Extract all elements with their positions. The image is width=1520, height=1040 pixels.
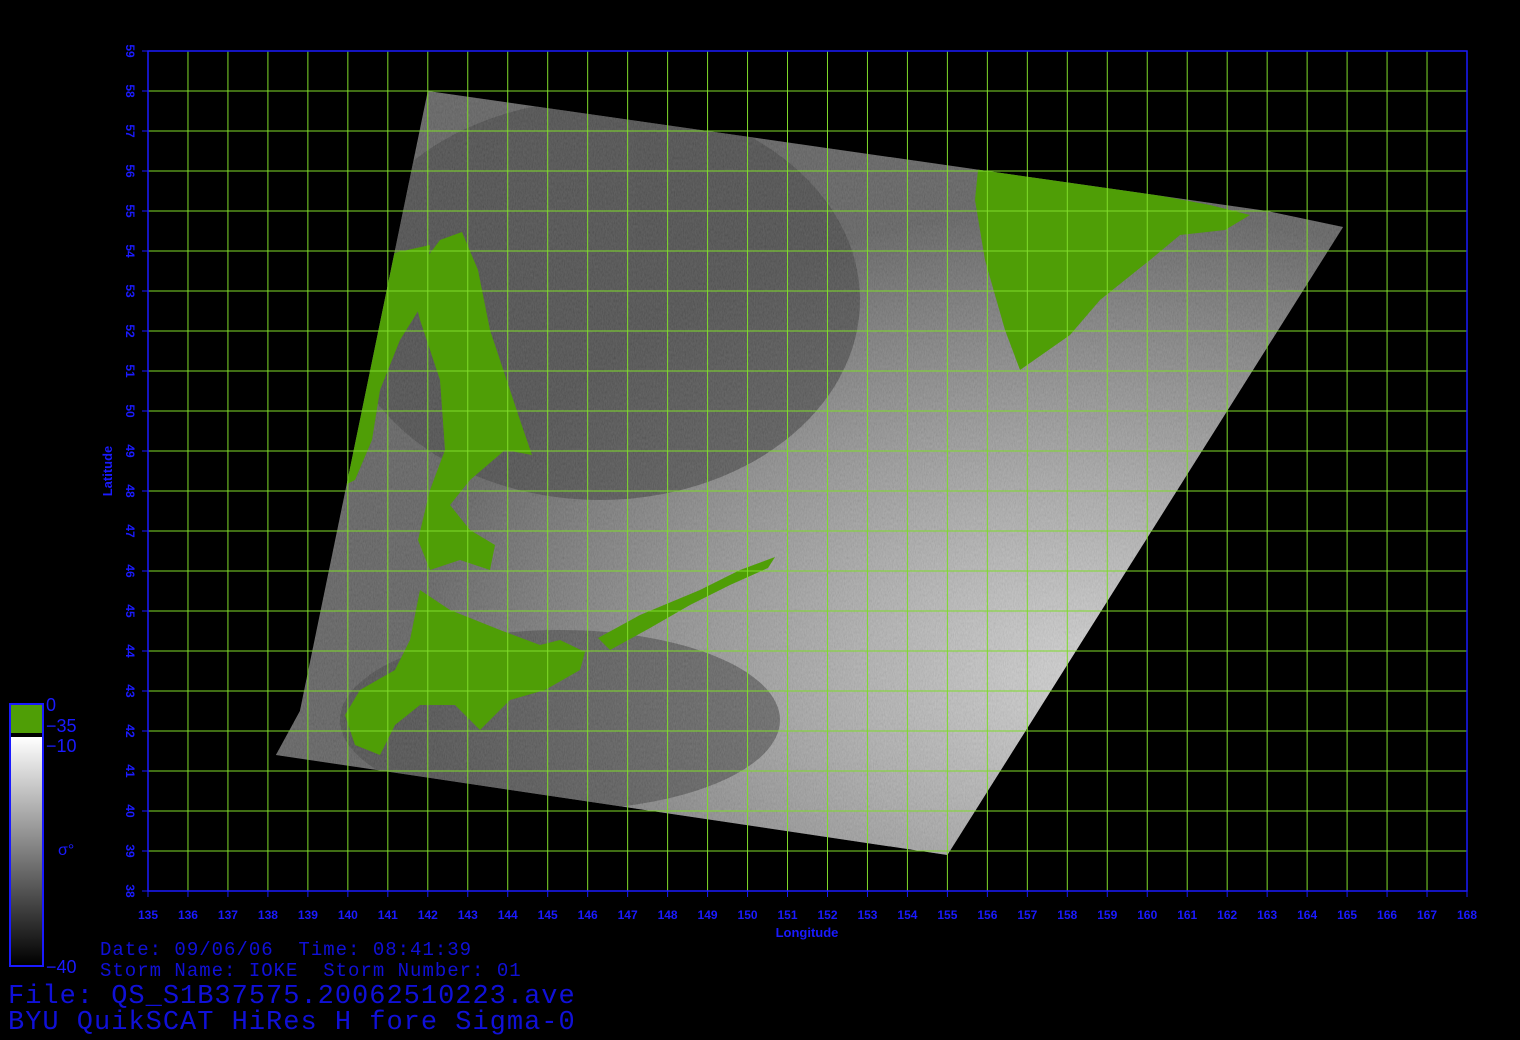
lat-tick-label: 52 [123,324,137,338]
colorbar [9,703,44,967]
lon-tick-label: 162 [1217,908,1237,922]
lat-tick-label: 51 [123,364,137,378]
lon-tick-label: 161 [1177,908,1197,922]
lon-tick-label: 145 [538,908,558,922]
lat-tick-label: 49 [123,444,137,458]
lat-tick-label: 57 [123,124,137,138]
lon-tick-label: 142 [418,908,438,922]
lon-tick-label: 136 [178,908,198,922]
lon-tick-label: 154 [897,908,917,922]
lat-tick-label: 55 [123,204,137,218]
lon-tick-label: 149 [698,908,718,922]
lat-tick-label: 38 [123,884,137,898]
lon-tick-label: 141 [378,908,398,922]
lat-tick-label: 41 [123,764,137,778]
product-line: BYU QuikSCAT HiRes H fore Sigma-0 [8,1008,576,1038]
lat-tick-label: 53 [123,284,137,298]
lon-tick-label: 158 [1057,908,1077,922]
lat-tick-label: 54 [123,244,137,258]
lon-tick-label: 148 [658,908,678,922]
lon-tick-label: 137 [218,908,238,922]
colorbar-tick-high: −10 [46,736,77,756]
lat-tick-label: 59 [123,44,137,58]
lon-tick-label: 151 [777,908,797,922]
colorbar-units-label: σ° [58,842,75,859]
lat-tick-label: 48 [123,484,137,498]
lon-tick-label: 153 [857,908,877,922]
storm-line: Storm Name: IOKE Storm Number: 01 [100,960,522,982]
y-axis-label: Latitude [100,446,115,497]
lon-tick-label: 139 [298,908,318,922]
lon-tick-label: 167 [1417,908,1437,922]
lat-tick-label: 46 [123,564,137,578]
lon-tick-label: 138 [258,908,278,922]
lat-tick-label: 45 [123,604,137,618]
lat-tick-label: 56 [123,164,137,178]
lon-tick-label: 156 [977,908,997,922]
colorbar-gradient [11,737,42,965]
colorbar-land-segment [11,705,42,733]
lon-tick-label: 143 [458,908,478,922]
lat-tick-label: 39 [123,844,137,858]
lat-tick-label: 44 [123,644,137,658]
lon-tick-label: 157 [1017,908,1037,922]
lon-tick-label: 152 [817,908,837,922]
lon-tick-label: 150 [738,908,758,922]
colorbar-separator [11,733,42,737]
lon-tick-label: 140 [338,908,358,922]
lon-tick-label: 163 [1257,908,1277,922]
lon-tick-label: 147 [618,908,638,922]
lat-tick-label: 40 [123,804,137,818]
lon-tick-label: 159 [1097,908,1117,922]
lat-tick-label: 58 [123,84,137,98]
x-axis-label: Longitude [776,925,839,940]
lat-tick-label: 50 [123,404,137,418]
lon-tick-label: 146 [578,908,598,922]
lon-tick-label: 135 [138,908,158,922]
colorbar-tick-land: −35 [46,716,77,736]
lon-tick-label: 160 [1137,908,1157,922]
lon-tick-label: 144 [498,908,518,922]
lat-tick-label: 47 [123,524,137,538]
lat-tick-label: 42 [123,724,137,738]
lon-tick-label: 155 [937,908,957,922]
date-time-line: Date: 09/06/06 Time: 08:41:39 [100,939,473,961]
colorbar-tick-top: 0 [46,695,57,715]
lon-tick-label: 168 [1457,908,1477,922]
quikscat-map: 135 136 137 138 139 140 141 142 143 144 145 146 147 1… [9,44,1477,967]
colorbar-tick-low: −40 [46,957,77,977]
lon-tick-label: 166 [1377,908,1397,922]
lon-tick-label: 165 [1337,908,1357,922]
lat-tick-label: 43 [123,684,137,698]
lon-tick-label: 164 [1297,908,1317,922]
